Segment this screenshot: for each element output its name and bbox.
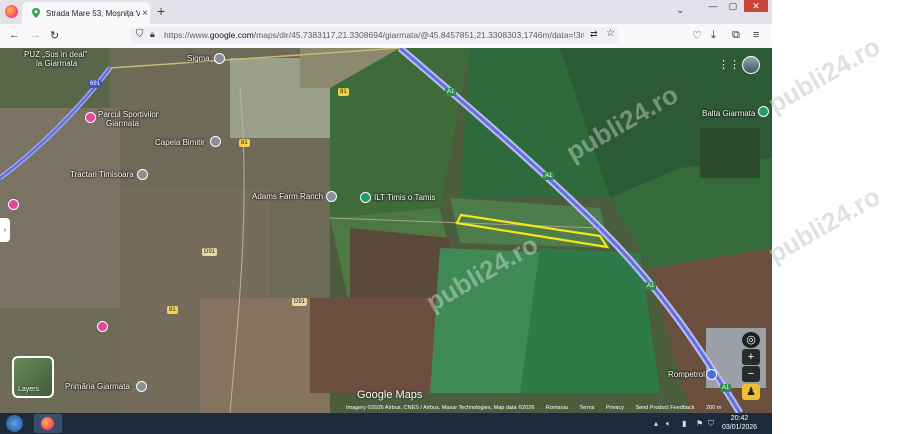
extensions-icon[interactable]: ⧉ (732, 29, 740, 42)
reload-icon[interactable]: ↻ (50, 29, 59, 42)
road-shield: 81 (239, 139, 250, 147)
my-location-icon[interactable]: ◎ (742, 332, 760, 348)
new-tab-button[interactable]: + (157, 3, 165, 19)
apps-grid-icon[interactable]: ⋮⋮ (718, 58, 740, 71)
google-maps-logo: Google Maps (357, 389, 423, 401)
poi-fuel-icon[interactable] (706, 369, 717, 380)
translate-icon[interactable]: ⇄ (590, 29, 598, 40)
road-shield: 81 (338, 88, 349, 96)
poi-adams-icon[interactable] (326, 191, 337, 202)
satellite-map[interactable]: publi24.ro publi24.ro PUZ „Sus in deal” … (0, 48, 772, 413)
menu-icon[interactable]: ≡ (753, 29, 759, 41)
network-icon[interactable]: ▮ (682, 419, 686, 428)
avatar[interactable] (742, 56, 760, 74)
tab-maps[interactable]: Strada Mare 53, Moșnița Veche × (22, 2, 150, 24)
maximize-icon[interactable]: ▢ (724, 0, 742, 12)
tab-title: Strada Mare 53, Moșnița Veche (46, 8, 140, 18)
volume-icon[interactable]: 🔈︎ (666, 419, 671, 429)
place-label-puz[interactable]: PUZ „Sus in deal” (24, 50, 87, 59)
lock-icon[interactable]: 🔒︎ (150, 29, 155, 40)
poi-ilt-icon[interactable] (360, 192, 371, 203)
forward-arrow-icon[interactable]: → (30, 29, 41, 41)
tab-strip: Strada Mare 53, Moșnița Veche × + ⌄ — ▢ … (0, 0, 772, 24)
address-bar[interactable]: ⛉ 🔒︎ https://www.google.com/maps/dir/45.… (130, 27, 618, 44)
road-shield: A1 (720, 384, 732, 392)
pegman-icon[interactable]: ♟ (742, 384, 760, 400)
zoom-in-button[interactable]: + (742, 349, 760, 365)
poi-park-icon[interactable] (85, 112, 96, 123)
place-label-primaria[interactable]: Primăria Giarmata (65, 382, 130, 391)
flag-icon[interactable]: ⚑ (696, 419, 703, 428)
place-label-capela[interactable]: Capela Bimitir (155, 138, 205, 147)
road-shield: 691 (88, 80, 103, 88)
watermark-margin: publi24.ro publi24.ro (763, 0, 900, 434)
place-label-ilt[interactable]: ILT Timis o Tamis (374, 193, 435, 202)
back-arrow-icon[interactable]: ← (9, 29, 20, 41)
chevron-down-icon[interactable]: ⌄ (676, 5, 684, 16)
tab-close-icon[interactable]: × (142, 8, 148, 19)
poi-church-icon[interactable] (210, 136, 221, 147)
watermark: publi24.ro (762, 31, 886, 120)
side-panel-toggle-icon[interactable]: › (0, 218, 10, 242)
scale-label[interactable]: 200 m (706, 405, 721, 411)
poi-tractari-icon[interactable] (137, 169, 148, 180)
firefox-icon (5, 5, 18, 18)
layers-label: Layers (18, 386, 40, 393)
road-shield: D91 (202, 248, 218, 256)
clock-date: 03/01/2026 (722, 424, 758, 431)
poi-primaria-icon[interactable] (136, 381, 147, 392)
terms-link[interactable]: Terms (579, 405, 594, 411)
road-shield: 81 (167, 306, 178, 314)
poi-pink-icon-2[interactable] (97, 321, 108, 332)
windows-taskbar: ▴ 🔈︎ ▮ ⚑ ⛉ 20:42 03/01/2026 (0, 413, 772, 434)
country-label: Romania (545, 405, 568, 411)
browser-window: Strada Mare 53, Moșnița Veche × + ⌄ — ▢ … (0, 0, 772, 434)
clock-time: 20:42 (730, 415, 749, 422)
navigation-bar: ← → ↻ ⛉ 🔒︎ https://www.google.com/maps/d… (0, 24, 772, 49)
window-close-icon[interactable]: ✕ (744, 0, 768, 12)
layers-button[interactable]: Layers (12, 356, 54, 398)
poi-pink-icon[interactable] (8, 199, 19, 210)
bookmark-star-icon[interactable]: ☆ (606, 28, 615, 39)
map-pin-icon (32, 8, 40, 18)
windows-start-icon[interactable] (6, 415, 23, 432)
poi-sigma-icon[interactable] (214, 53, 225, 64)
place-label-balta[interactable]: Balta Giarmata (702, 109, 755, 118)
watermark: publi24.ro (762, 181, 886, 270)
taskbar-firefox-button[interactable] (34, 414, 62, 433)
road-shield: A1 (445, 88, 457, 96)
url-text[interactable]: https://www.google.com/maps/dir/45.73831… (164, 30, 584, 40)
shield-icon[interactable]: ⛉ (136, 29, 144, 40)
place-label-parcul-2[interactable]: Giarmata (106, 119, 139, 128)
poi-balta-icon[interactable] (758, 106, 769, 117)
place-label-parcul[interactable]: Parcul Sportivilor (98, 110, 158, 119)
place-label-puz-2[interactable]: la Giarmata (36, 59, 77, 68)
window-controls: — ▢ ✕ (702, 0, 768, 14)
road-shield: A1 (645, 282, 657, 290)
place-label-tractari[interactable]: Tractari Timisoara (70, 170, 134, 179)
firefox-icon (41, 417, 54, 430)
road-shield: D91 (292, 298, 308, 306)
minimize-icon[interactable]: — (704, 0, 722, 12)
road-shield: A1 (543, 172, 555, 180)
download-icon[interactable]: ⤓ (711, 29, 716, 42)
pocket-icon[interactable]: ♡ (692, 29, 702, 42)
imagery-credit: Imagery ©2026 Airbus, CNES / Airbus, Max… (346, 405, 535, 411)
place-label-rompetrol[interactable]: Rompetrol (668, 370, 705, 379)
security-icon[interactable]: ⛉ (708, 419, 714, 429)
privacy-link[interactable]: Privacy (606, 405, 624, 411)
place-label-adams[interactable]: Adams Farm Ranch (252, 192, 323, 201)
tray-chevron-icon[interactable]: ▴ (654, 419, 658, 428)
zoom-out-button[interactable]: − (742, 366, 760, 382)
place-label-sigma[interactable]: Sigma (187, 54, 210, 63)
map-footer: Imagery ©2026 Airbus, CNES / Airbus, Max… (346, 405, 731, 413)
feedback-link[interactable]: Send Product Feedback (635, 405, 694, 411)
system-clock[interactable]: 20:42 03/01/2026 (722, 414, 757, 432)
